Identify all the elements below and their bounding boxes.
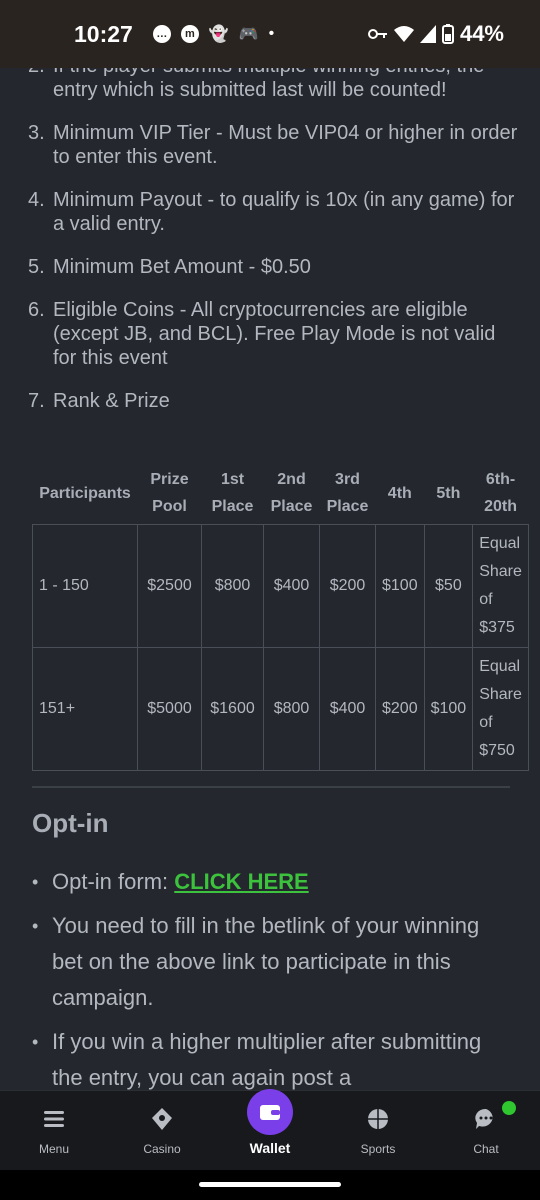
prize-table-header: Participants Prize Pool 1st Place 2nd Pl…: [33, 462, 529, 525]
header-1st: 1st Place: [211, 471, 254, 515]
section-divider: [32, 786, 510, 788]
online-indicator: [502, 1101, 516, 1115]
table-cell: 151+: [32, 647, 138, 771]
table-cell: $5000: [137, 647, 202, 771]
table-cell: $800: [201, 524, 264, 648]
notification-icons: … m 👻 🎮 •: [152, 24, 275, 44]
battery-icon: [441, 24, 454, 44]
header-3rd: 3rd Place: [326, 471, 369, 515]
rule-item: 6. Eligible Coins - All cryptocurrencies …: [28, 299, 496, 369]
table-cell: $200: [375, 647, 425, 771]
optin-form-label: Opt-in form:: [52, 869, 175, 894]
gesture-area: [0, 1170, 540, 1200]
prize-table: Participants Prize Pool 1st Place 2nd Pl…: [32, 462, 529, 771]
wifi-icon: [393, 26, 414, 42]
nav-wallet[interactable]: Wallet: [216, 1089, 324, 1171]
list-item: • You need to fill in the betlink of you…: [32, 908, 512, 1016]
optin-heading: Opt-in: [32, 808, 109, 838]
optin-text: You need to fill in the betlink of your …: [52, 913, 480, 1010]
status-time: 10:27: [74, 20, 133, 47]
header-5th: 5th: [436, 484, 461, 502]
nav-label: Sports: [360, 1142, 396, 1156]
rule-item: 7. Rank & Prize: [28, 390, 170, 412]
header-4th: 4th: [387, 484, 412, 502]
header-2nd: 2nd Place: [270, 471, 313, 515]
table-cell: $100: [423, 647, 474, 771]
nav-label: Wallet: [249, 1140, 291, 1156]
table-cell: $200: [319, 524, 376, 648]
optin-list: • Opt-in form: CLICK HERE • You need to …: [32, 864, 512, 1090]
nav-chat[interactable]: Chat: [432, 1091, 540, 1171]
game-icon: 🎮: [238, 26, 259, 43]
rule-item: 5. Minimum Bet Amount - $0.50: [28, 256, 311, 278]
bullet-icon: •: [32, 1032, 39, 1052]
menu-icon: [44, 1111, 64, 1127]
casino-icon: [152, 1108, 172, 1130]
bullet-icon: •: [32, 872, 39, 892]
list-item: • Opt-in form: CLICK HERE: [32, 864, 512, 900]
list-item: • If you win a higher multiplier after s…: [32, 1024, 512, 1090]
nav-sports[interactable]: Sports: [324, 1091, 432, 1171]
home-gesture-bar[interactable]: [199, 1182, 341, 1187]
snapchat-icon: 👻: [208, 26, 229, 43]
table-cell: $1600: [201, 647, 264, 771]
vpn-key-icon: [367, 29, 387, 39]
wallet-button[interactable]: [247, 1089, 293, 1135]
header-participants: Participants: [39, 484, 131, 502]
table-cell: $50: [423, 524, 474, 648]
table-cell: $800: [263, 647, 320, 771]
signal-icon: [419, 25, 436, 43]
rule-item: 2.If the player submits multiple winning…: [28, 68, 484, 101]
table-cell: $100: [375, 524, 425, 648]
sports-icon: [368, 1109, 388, 1129]
rule-item: 3. Minimum VIP Tier - Must be VIP04 or hi…: [28, 122, 518, 168]
optin-text: If you win a higher multiplier after sub…: [52, 1029, 482, 1090]
table-cell: 1 - 150: [32, 524, 138, 648]
nav-label: Chat: [473, 1142, 499, 1156]
chat-bubble-icon: …: [152, 25, 171, 43]
header-prize-pool: Prize Pool: [150, 471, 189, 515]
page-content[interactable]: 2.If the player submits multiple winning…: [0, 68, 540, 1090]
bottom-nav: Menu Casino Wallet Sports Chat: [0, 1089, 540, 1171]
nav-casino[interactable]: Casino: [108, 1091, 216, 1171]
battery-percent: 44%: [459, 21, 504, 46]
nav-label: Menu: [38, 1142, 70, 1156]
table-cell: Equal Share of $375: [472, 524, 529, 648]
wallet-icon: [260, 1105, 280, 1120]
nav-menu[interactable]: Menu: [0, 1091, 108, 1171]
table-row: 151+ $5000 $1600 $800 $400 $200 $100 Equ…: [32, 647, 529, 771]
table-cell: $400: [263, 524, 320, 648]
rule-item: 4. Minimum Payout - to qualify is 10x (in…: [28, 189, 515, 235]
table-row: 1 - 150 $2500 $800 $400 $200 $100 $50 Eq…: [32, 524, 529, 648]
table-cell: $2500: [137, 524, 202, 648]
dot-icon: •: [268, 25, 275, 42]
status-bar: 10:27 … m 👻 🎮 • 44%: [0, 0, 540, 68]
table-cell: Equal Share of $750: [472, 647, 529, 771]
nav-label: Casino: [143, 1142, 181, 1156]
messenger-icon: m: [180, 25, 199, 43]
rules-list: 2.If the player submits multiple winning…: [28, 68, 518, 432]
bullet-icon: •: [32, 916, 39, 936]
table-cell: $400: [319, 647, 376, 771]
click-here-link[interactable]: CLICK HERE: [174, 869, 308, 894]
system-icons: 44%: [367, 21, 504, 47]
header-6th-20th: 6th-20th: [484, 471, 517, 515]
chat-icon: [475, 1108, 493, 1129]
